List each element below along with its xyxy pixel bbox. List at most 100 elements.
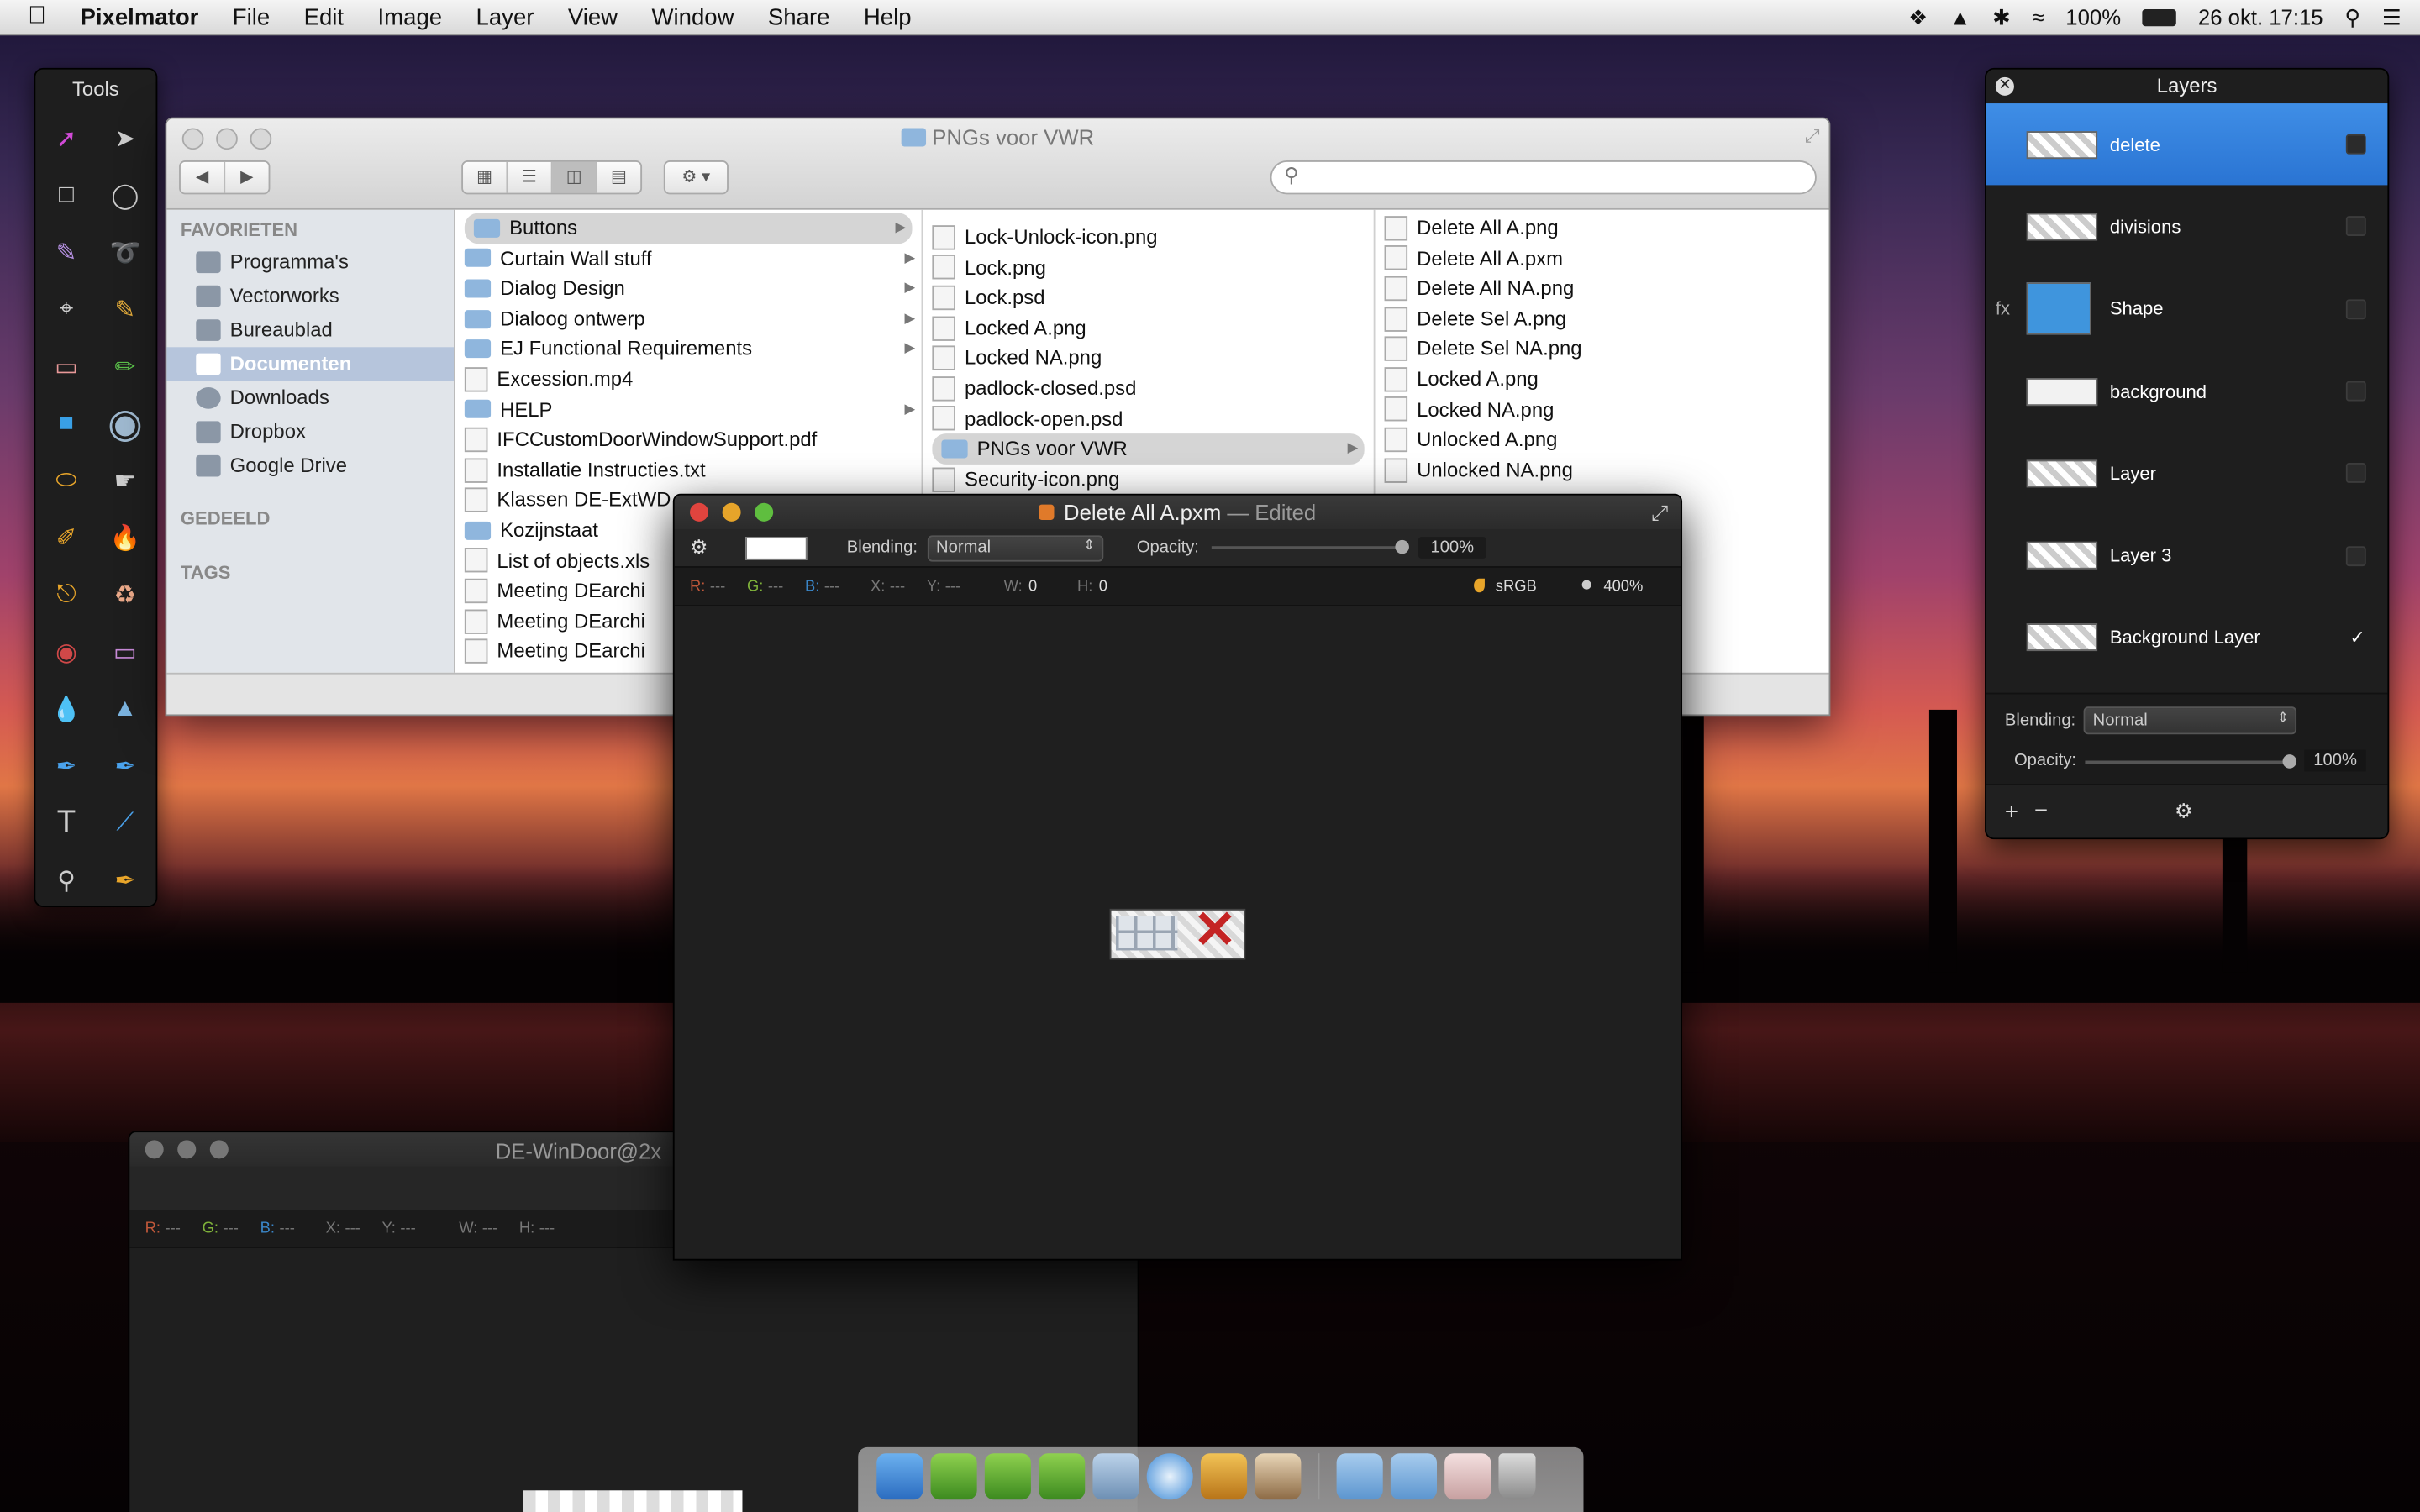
pencil-tool-icon[interactable]: ✏ xyxy=(96,345,155,387)
menu-file[interactable]: File xyxy=(233,4,270,30)
ellipse-select-tool-icon[interactable]: ◯ xyxy=(96,175,155,217)
clock[interactable]: 26 okt. 17:15 xyxy=(2198,5,2323,29)
paint-bucket-tool-icon[interactable]: ◉ xyxy=(96,400,155,446)
fullscreen-icon[interactable]: ⤢ xyxy=(1805,125,1820,149)
vectorworks-dock-icon[interactable] xyxy=(930,1453,977,1500)
layer-options-gear-icon[interactable]: ⚙ xyxy=(2175,799,2192,823)
layer-opacity-knob[interactable] xyxy=(2282,754,2297,769)
sidebar-item-google-drive[interactable]: Google Drive xyxy=(166,449,454,482)
burn-tool-icon[interactable]: 🔥 xyxy=(96,517,155,559)
menu-window[interactable]: Window xyxy=(652,4,734,30)
sponge-tool-icon[interactable]: ⬭ xyxy=(37,459,96,501)
magic-wand-tool-icon[interactable]: ➚ xyxy=(37,118,96,160)
file-row[interactable]: padlock-open.psd xyxy=(923,403,1373,433)
opacity-slider-knob[interactable] xyxy=(1395,539,1409,554)
file-row[interactable]: Unlocked NA.png xyxy=(1376,454,1829,485)
battery-status[interactable]: 100% xyxy=(2065,5,2121,29)
layer-row[interactable]: background xyxy=(1986,350,2388,433)
file-row[interactable]: Excession.mp4 xyxy=(455,364,922,394)
layer-row[interactable]: fx Shape xyxy=(1986,268,2388,350)
rect-select-tool-icon[interactable]: □ xyxy=(37,175,96,217)
quick-select-tool-icon[interactable]: ✎ xyxy=(37,232,96,274)
doc2-minimize-button[interactable] xyxy=(177,1140,197,1159)
layer-blending-select[interactable]: Normal ⇕ xyxy=(2083,706,2297,735)
file-row[interactable]: Delete Sel A.png xyxy=(1376,303,1829,333)
sidebar-item-desktop[interactable]: Bureaublad xyxy=(166,313,454,347)
apple-menu-icon[interactable]:  xyxy=(28,3,46,31)
clone-stamp-tool-icon[interactable]: ⎋ xyxy=(37,574,96,616)
menu-image[interactable]: Image xyxy=(378,4,443,30)
sidebar-item-downloads[interactable]: Downloads xyxy=(166,381,454,415)
doc2-close-button[interactable] xyxy=(145,1140,164,1159)
folder-row[interactable]: Buttons ▶ xyxy=(464,213,913,244)
move-tool-icon[interactable]: ➤ xyxy=(96,118,155,160)
file-row[interactable]: Security-icon.png xyxy=(923,464,1373,494)
icon-view-button[interactable]: ▦ xyxy=(463,161,508,193)
shape-tool-icon[interactable]: ■ xyxy=(37,402,96,444)
sidebar-item-documents[interactable]: Documenten xyxy=(166,347,454,381)
cover-flow-button[interactable]: ▤ xyxy=(597,162,640,193)
back-button[interactable]: ◀ xyxy=(181,161,226,193)
opacity-value-field[interactable]: 100% xyxy=(1418,537,1486,559)
lasso-tool-icon[interactable]: ➰ xyxy=(96,232,155,274)
menu-help[interactable]: Help xyxy=(864,4,912,30)
sidebar-item-dropbox[interactable]: Dropbox xyxy=(166,415,454,449)
layer-row[interactable]: Layer 3 xyxy=(1986,515,2388,597)
opacity-slider[interactable] xyxy=(1211,539,1409,554)
pixelmator-dock-icon[interactable] xyxy=(1200,1453,1248,1500)
menu-share[interactable]: Share xyxy=(768,4,830,30)
doc2-zoom-button[interactable] xyxy=(209,1140,229,1159)
wifi-icon[interactable]: ≈ xyxy=(2032,5,2044,29)
documents-stack-dock-icon[interactable] xyxy=(1444,1453,1491,1500)
vectorworks-dock-icon-3[interactable] xyxy=(1039,1453,1086,1500)
remove-layer-button[interactable]: − xyxy=(2034,798,2048,824)
preview-dock-icon[interactable] xyxy=(1255,1453,1302,1500)
mail-dock-icon[interactable] xyxy=(1092,1453,1139,1500)
gradient-tool-icon[interactable]: ▭ xyxy=(96,631,155,673)
folder-row[interactable]: EJ Functional Requirements ▶ xyxy=(455,333,922,364)
file-row[interactable]: Delete All A.pxm xyxy=(1376,243,1829,273)
crop-tool-icon[interactable]: ⌖ xyxy=(37,288,96,330)
trash-dock-icon[interactable] xyxy=(1498,1453,1536,1500)
heal-tool-icon[interactable]: ♻ xyxy=(96,574,155,616)
add-layer-button[interactable]: + xyxy=(2005,799,2018,825)
file-row[interactable]: Delete Sel NA.png xyxy=(1376,333,1829,364)
file-row[interactable]: Locked NA.png xyxy=(923,343,1373,373)
doc2-canvas[interactable] xyxy=(523,1490,743,1512)
finder-search-input[interactable]: ⚲ xyxy=(1270,160,1817,195)
spotlight-search-icon[interactable]: ⚲ xyxy=(2344,4,2360,30)
list-view-button[interactable]: ☰ xyxy=(508,161,553,193)
dropbox-icon[interactable]: ❖ xyxy=(1908,4,1928,30)
document-canvas[interactable]: ✕ xyxy=(1109,904,1246,960)
folder-row[interactable]: HELP ▶ xyxy=(455,394,922,424)
layer-fx-badge[interactable]: fx xyxy=(1996,298,2010,320)
file-row[interactable]: Delete All NA.png xyxy=(1376,273,1829,303)
layers-close-icon[interactable]: ✕ xyxy=(1995,76,2014,96)
folder-row[interactable]: Dialog Design ▶ xyxy=(455,273,922,303)
google-drive-icon[interactable]: ▲ xyxy=(1949,5,1970,29)
fullscreen-icon[interactable]: ⤢ xyxy=(1651,500,1669,526)
file-row[interactable]: Unlocked A.png xyxy=(1376,424,1829,454)
forward-button[interactable]: ▶ xyxy=(225,162,268,193)
layer-opacity-slider[interactable] xyxy=(2085,754,2297,769)
file-row[interactable]: Installatie Instructies.txt xyxy=(455,454,922,485)
column-view-button[interactable]: ◫ xyxy=(552,161,597,193)
file-row[interactable]: Lock-Unlock-icon.png xyxy=(923,222,1373,252)
blur-tool-icon[interactable]: 💧 xyxy=(37,688,96,730)
color-picker-tool-icon[interactable]: ✒ xyxy=(96,859,155,901)
downloads-folder-dock-icon[interactable] xyxy=(1390,1453,1437,1500)
zoom-tool-icon[interactable]: ⚲ xyxy=(37,859,96,901)
layer-visibility-checkbox[interactable] xyxy=(2345,216,2366,237)
vectorworks-dock-icon-2[interactable] xyxy=(984,1453,1031,1500)
sidebar-item-vectorworks[interactable]: Vectorworks xyxy=(166,279,454,312)
tool-options-gear-icon[interactable]: ⚙ xyxy=(690,535,708,559)
colorspace-label[interactable]: sRGB xyxy=(1496,578,1537,595)
layer-visibility-checkbox[interactable] xyxy=(2345,134,2366,155)
file-row[interactable]: Locked A.png xyxy=(1376,364,1829,394)
layer-visibility-checkbox[interactable]: ✓ xyxy=(2349,627,2366,646)
zoom-level[interactable]: 400% xyxy=(1603,578,1643,595)
sidebar-item-applications[interactable]: Programma's xyxy=(166,245,454,279)
layer-opacity-value[interactable]: 100% xyxy=(2304,749,2366,772)
layer-row[interactable]: Background Layer ✓ xyxy=(1986,596,2388,679)
action-menu[interactable]: ⚙ ▾ xyxy=(663,160,729,195)
